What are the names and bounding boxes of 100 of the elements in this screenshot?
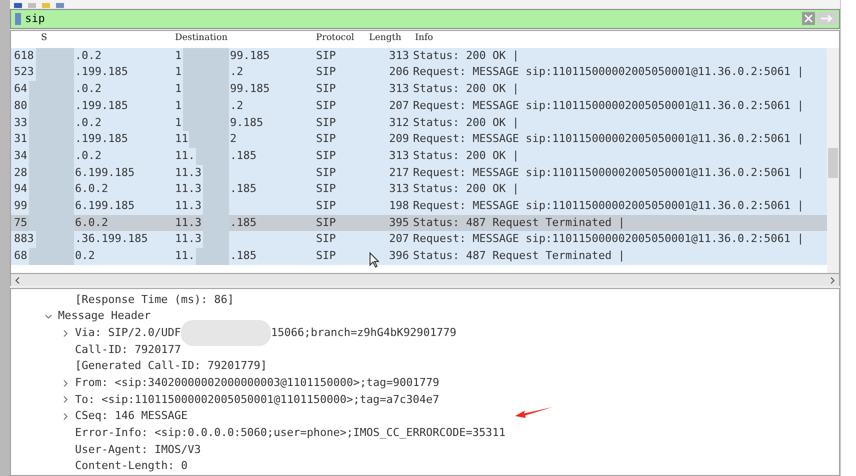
table-cell: 313 — [389, 82, 409, 96]
table-cell-text: 883 — [14, 231, 34, 248]
table-cell-text: .185 — [230, 248, 256, 264]
table-cell: SIP — [316, 249, 336, 262]
table-cell: Request: MESSAGE sip:110115000002005050001@11.36.0.2:5061 | — [413, 132, 804, 146]
table-cell-text: .36.199.185 — [75, 231, 148, 248]
table-cell-text: 75 — [14, 214, 28, 231]
table-cell-text: 11 — [175, 131, 188, 148]
table-cell-text: .185 — [230, 181, 256, 198]
table-cell-text: .199.185 — [75, 131, 128, 148]
table-cell-text: 9.185 — [230, 114, 264, 131]
detail-text: Content-Length: 0 — [75, 458, 188, 474]
detail-text: Call-ID: 7920177 — [75, 342, 181, 358]
packet-row[interactable]: 523 .199.185 1 .2 SIP 206 Request: MESSAGE sip:110115000002005050001@11.36.0.2:5061 | — [11, 64, 827, 82]
packet-row[interactable]: 94 6.0.2 11.3 .185 SIP 313 Status: 200 OK | — [11, 181, 827, 198]
table-cell: SIP — [316, 198, 336, 212]
table-cell: Status: 487 Request Terminated | — [413, 216, 625, 229]
detail-text: 15066;branch=z9hG4bK92901779 — [270, 324, 456, 341]
table-cell: SIP — [316, 65, 336, 78]
filter-text: sip — [25, 10, 45, 27]
packet-row[interactable]: 31 .199.185 11 2 SIP 209 Request: MESSAGE sip:110115000002005050001@11.36.0.2:5061 | — [11, 131, 827, 148]
table-cell-text: 2 — [230, 131, 237, 148]
table-cell: Status: 200 OK | — [413, 148, 519, 162]
column-header[interactable]: Length — [369, 33, 402, 44]
detail-text: To: <sip:110115000002005050001@1101150000>;tag=a7c304e7 — [75, 392, 440, 408]
table-cell-text: 99 — [14, 198, 28, 214]
table-cell-text: 11.3 — [175, 231, 202, 248]
table-cell: 395 — [389, 216, 409, 229]
table-cell-text: 11. — [175, 148, 195, 164]
table-cell: Request: MESSAGE sip:110115000002005050001@11.36.0.2:5061 | — [413, 166, 804, 179]
table-cell: 207 — [389, 98, 409, 112]
table-cell-text: 11. — [175, 248, 195, 264]
packet-row[interactable]: 34 .0.2 11. .185 SIP 313 Status: 200 OK | — [11, 148, 827, 164]
detail-text: User-Agent: IMOS/V3 — [75, 442, 201, 458]
table-cell: 313 — [389, 182, 409, 196]
table-cell-text: .199.185 — [75, 98, 128, 114]
packet-row[interactable]: 75 6.0.2 11.3 .185 SIP 395 Status: 487 Request Terminated | — [11, 214, 827, 232]
table-cell-text: 31 — [14, 131, 28, 148]
table-cell-text: 6.199.185 — [75, 198, 135, 214]
packet-row[interactable]: 883 .36.199.185 11.3 SIP 207 Request: MESSAGE sip:110115000002005050001@11.36.0.2:5061 | — [11, 231, 827, 248]
table-cell: SIP — [316, 148, 336, 162]
table-cell: 206 — [389, 65, 409, 78]
table-cell-text: 1 — [175, 48, 182, 64]
table-cell: 217 — [389, 166, 409, 179]
table-cell-text: .185 — [230, 214, 256, 231]
table-cell-text: 64 — [14, 81, 28, 98]
table-cell: Request: MESSAGE sip:110115000002005050001@11.36.0.2:5061 | — [413, 198, 804, 212]
table-cell-text: 68 — [14, 248, 28, 264]
table-cell: SIP — [316, 98, 336, 112]
table-cell-text: 11.3 — [175, 214, 202, 231]
packet-row[interactable]: 68 0.2 11. .185 SIP 396 Status: 487 Request Terminated | — [11, 248, 827, 265]
table-cell-text: 6.0.2 — [75, 214, 108, 231]
table-cell: 198 — [389, 198, 409, 212]
table-cell-text: 80 — [14, 98, 28, 114]
table-cell: Status: 200 OK | — [413, 182, 519, 196]
packet-row[interactable]: 28 6.199.185 11.3 SIP 217 Request: MESSAGE sip:110115000002005050001@11.36.0.2:5061 | — [11, 164, 827, 182]
packet-row[interactable]: 64 .0.2 1 99.185 SIP 313 Status: 200 OK | — [11, 81, 827, 98]
table-cell-text: .185 — [230, 148, 256, 164]
column-header[interactable]: S — [41, 33, 48, 44]
detail-text: CSeq: 146 MESSAGE — [75, 408, 188, 424]
table-cell-text: 99.185 — [230, 81, 270, 98]
detail-text: Message Header — [58, 308, 151, 324]
packet-row[interactable]: 618 .0.2 1 99.185 SIP 313 Status: 200 OK | — [11, 48, 827, 64]
table-cell-text: 33 — [14, 114, 28, 131]
detail-text: From: <sip:34020000002000000003@1101150000>;tag=9001779 — [75, 374, 440, 391]
table-cell-text: .0.2 — [75, 48, 102, 64]
detail-text: Error-Info: <sip:0.0.0.0:5060;user=phone>;IMOS_CC_ERRORCODE=35311 — [75, 425, 506, 442]
table-cell-text: 6.199.185 — [75, 164, 135, 181]
column-header[interactable]: Destination — [175, 33, 228, 44]
table-cell: SIP — [316, 182, 336, 196]
packet-row[interactable]: 80 .199.185 1 .2 SIP 207 Request: MESSAGE sip:110115000002005050001@11.36.0.2:5061 | — [11, 98, 827, 114]
table-cell: 209 — [389, 132, 409, 146]
table-cell-text: 1 — [175, 98, 182, 114]
filter-field[interactable]: sip — [10, 8, 840, 29]
detail-text: [Response Time (ms): 86] — [75, 292, 234, 308]
table-cell: SIP — [316, 216, 336, 229]
table-cell-text: 11.3 — [175, 164, 202, 181]
table-cell-text: 6.0.2 — [75, 181, 108, 198]
packet-row[interactable]: 99 6.199.185 11.3 SIP 198 Request: MESSAGE sip:110115000002005050001@11.36.0.2:5061 | — [11, 198, 827, 215]
table-cell: Status: 487 Request Terminated | — [413, 249, 625, 262]
table-cell-text: .0.2 — [75, 81, 102, 98]
table-cell-text: .199.185 — [75, 64, 128, 80]
table-cell-text: 1 — [175, 114, 182, 131]
table-cell-text: 523 — [14, 64, 34, 80]
detail-text: [Generated Call-ID: 79201779] — [75, 358, 268, 374]
table-cell-text: .2 — [230, 98, 244, 114]
table-cell-text: 618 — [14, 48, 34, 64]
table-cell-text: .0.2 — [75, 114, 102, 131]
column-header[interactable]: Protocol — [316, 33, 354, 44]
table-cell: SIP — [316, 82, 336, 96]
table-cell: SIP — [316, 232, 336, 246]
table-cell: Status: 200 OK | — [413, 116, 519, 129]
table-cell-text: 11.3 — [175, 198, 202, 214]
table-cell-text: 0.2 — [75, 248, 95, 264]
packet-row[interactable]: 33 .0.2 1 9.185 SIP 312 Status: 200 OK | — [11, 114, 827, 132]
column-header[interactable]: Info — [415, 33, 434, 44]
table-cell: Status: 200 OK | — [413, 48, 519, 62]
table-cell: Request: MESSAGE sip:110115000002005050001@11.36.0.2:5061 | — [413, 98, 804, 112]
table-cell-text: 99.185 — [230, 48, 270, 64]
table-cell-text: 34 — [14, 148, 28, 164]
